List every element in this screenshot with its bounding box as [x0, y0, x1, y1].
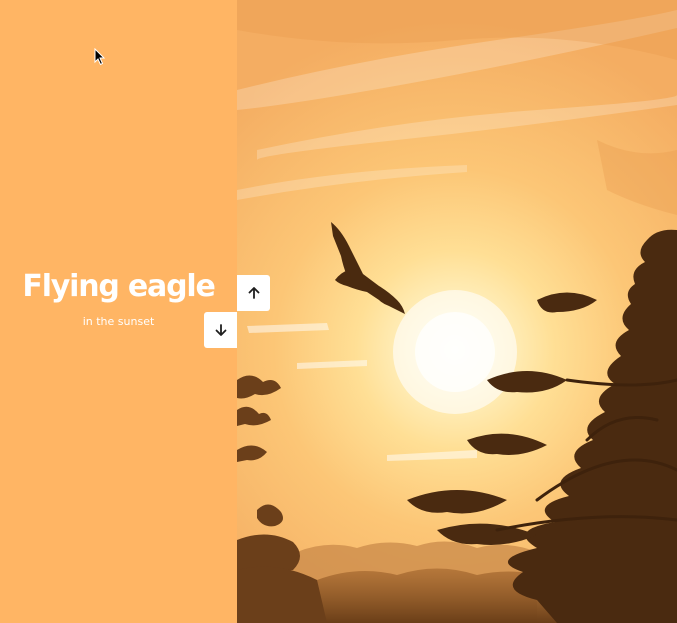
arrow-up-icon	[248, 287, 259, 299]
arrow-down-icon	[215, 324, 226, 336]
right-slide-image	[237, 0, 677, 623]
slide-up-button[interactable]	[237, 275, 270, 311]
slide-title: Flying eagle	[22, 268, 215, 304]
slide-subtitle: in the sunset	[82, 315, 155, 329]
vertical-split-slider: Flying eagle in the sunset	[0, 0, 677, 623]
sunset-eagle-image	[237, 0, 677, 623]
left-slide-panel: Flying eagle in the sunset	[0, 0, 237, 623]
slide-down-button[interactable]	[204, 312, 237, 348]
